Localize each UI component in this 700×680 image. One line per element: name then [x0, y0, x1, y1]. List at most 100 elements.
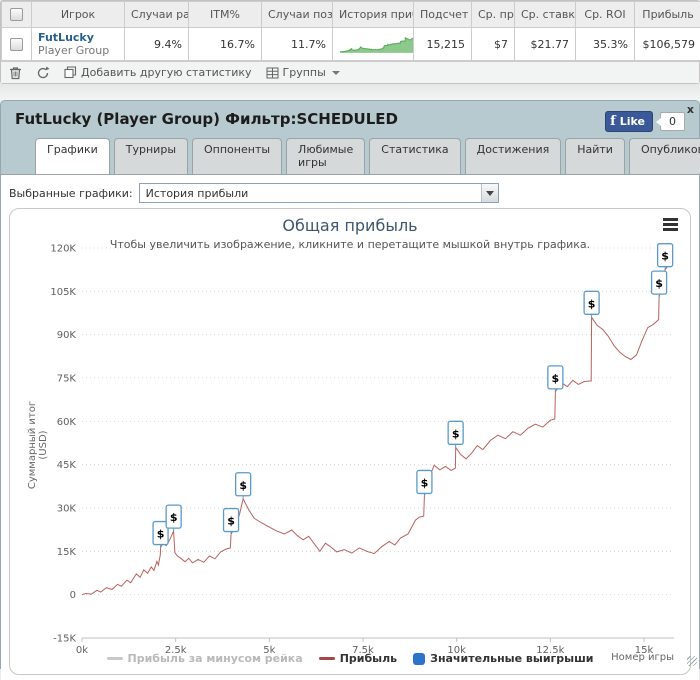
svg-text:0: 0 — [70, 590, 76, 601]
tab-турниры[interactable]: Турниры — [114, 138, 188, 174]
page-gap — [0, 84, 700, 100]
tab-статистика[interactable]: Статистика — [369, 138, 460, 174]
svg-text:45K: 45K — [57, 460, 77, 471]
table-row: FutLuckyPlayer Group 9.4%16.7%11.7% 15,215… — [2, 28, 700, 61]
y-axis-title: Суммарный итог (USD) — [27, 385, 49, 505]
close-icon[interactable]: x — [687, 103, 694, 116]
column-header[interactable]: Прибыль — [635, 2, 700, 28]
chart-select-row: Выбранные графики: История прибыли — [9, 180, 691, 208]
groups-button[interactable]: Группы — [266, 66, 340, 79]
stat-cell: $7 — [472, 28, 515, 61]
svg-text:15K: 15K — [57, 547, 77, 558]
svg-text:$: $ — [239, 479, 247, 492]
copy-icon — [64, 66, 77, 79]
resize-grip[interactable] — [687, 656, 697, 666]
svg-text:90K: 90K — [57, 330, 77, 341]
significant-win-flag[interactable]: $ — [166, 505, 181, 531]
stat-cell: $106,579 — [635, 28, 700, 61]
chevron-down-icon — [332, 71, 340, 75]
player-panel: FutLucky (Player Group) Фильтр:SCHEDULED… — [0, 100, 700, 669]
tab-достижения[interactable]: Достижения — [465, 138, 562, 174]
chevron-down-icon — [486, 191, 494, 196]
svg-text:$: $ — [227, 515, 235, 528]
tab-любимые игры[interactable]: Любимые игры — [286, 138, 365, 174]
stat-cell: 35.3% — [576, 28, 635, 61]
facebook-icon: f — [610, 114, 616, 129]
significant-win-flag[interactable]: $ — [548, 366, 563, 392]
svg-text:105K: 105K — [50, 287, 76, 298]
column-header[interactable]: История прибы — [333, 2, 414, 28]
row-checkbox[interactable] — [10, 38, 23, 51]
chart-menu-icon[interactable] — [663, 218, 678, 233]
panel-body: Выбранные графики: История прибыли -15K 0… — [1, 174, 699, 680]
svg-text:$: $ — [452, 427, 460, 440]
column-header[interactable]: Случаи поздн — [262, 2, 333, 28]
stat-cell: 16.7% — [189, 28, 262, 61]
profit-chart: -15K015K30K45K60K75K90K105K120K0k2.5k5k7… — [9, 208, 691, 675]
panel-title: FutLucky (Player Group) Фильтр:SCHEDULED — [15, 110, 687, 128]
stats-table-header-row: ИгрокСлучаи ранITM%Случаи позднИстория п… — [2, 2, 700, 28]
select-arrow-button[interactable] — [481, 184, 498, 202]
chart-select[interactable]: История прибыли — [139, 183, 499, 203]
refresh-button[interactable] — [36, 66, 50, 80]
page: ИгрокСлучаи ранITM%Случаи позднИстория п… — [0, 0, 700, 669]
like-label: Like — [620, 115, 645, 128]
trash-icon — [9, 66, 22, 80]
stats-table: ИгрокСлучаи ранITM%Случаи позднИстория п… — [1, 1, 700, 61]
significant-win-flag[interactable]: $ — [448, 421, 463, 447]
svg-text:$: $ — [170, 511, 178, 524]
chart-subtitle: Чтобы увеличить изображение, кликните и … — [10, 238, 690, 251]
svg-text:75K: 75K — [57, 374, 77, 385]
svg-text:-15K: -15K — [53, 634, 76, 645]
groups-label: Группы — [283, 66, 326, 79]
svg-text:$: $ — [661, 250, 669, 263]
tab-найти[interactable]: Найти — [565, 138, 625, 174]
player-group-label: Player Group — [38, 44, 118, 57]
delete-button[interactable] — [9, 66, 22, 80]
select-all-checkbox[interactable] — [10, 8, 23, 21]
svg-text:$: $ — [157, 528, 165, 541]
stats-toolbar: Добавить другую статистику Группы — [1, 61, 699, 83]
player-link[interactable]: FutLucky — [38, 31, 118, 44]
svg-text:$: $ — [588, 297, 596, 310]
column-header[interactable]: Ср. прибы — [472, 2, 515, 28]
stat-cell: $21.77 — [515, 28, 576, 61]
facebook-like-button[interactable]: f Like — [605, 111, 653, 132]
column-header[interactable]: Подсчет — [414, 2, 472, 28]
chart-select-value: История прибыли — [140, 187, 481, 200]
panel-header: FutLucky (Player Group) Фильтр:SCHEDULED… — [1, 101, 699, 174]
column-header[interactable]: Ср. ROI — [576, 2, 635, 28]
tab-графики[interactable]: Графики — [35, 138, 110, 174]
chart-title: Общая прибыль — [10, 216, 690, 235]
chart-plot-area[interactable]: -15K015K30K45K60K75K90K105K120K0k2.5k5k7… — [10, 209, 691, 674]
facebook-like-widget: f Like 0 — [605, 111, 685, 132]
chart-select-label: Выбранные графики: — [9, 187, 133, 200]
add-statistic-button[interactable]: Добавить другую статистику — [64, 66, 252, 79]
stat-cell: 11.7% — [262, 28, 333, 61]
significant-win-flag[interactable]: $ — [224, 509, 239, 535]
column-header[interactable]: Случаи ран — [125, 2, 189, 28]
column-header[interactable]: Ср. ставка — [515, 2, 576, 28]
stats-widget: ИгрокСлучаи ранITM%Случаи позднИстория п… — [0, 0, 700, 84]
groups-icon — [266, 67, 279, 79]
significant-win-flag[interactable]: $ — [584, 291, 599, 317]
svg-text:$: $ — [421, 476, 429, 489]
x-axis-title: Номер игры — [611, 652, 674, 663]
add-statistic-label: Добавить другую статистику — [81, 66, 252, 79]
svg-text:$: $ — [655, 277, 663, 290]
like-count-badge: 0 — [660, 112, 685, 131]
significant-win-flag[interactable]: $ — [652, 271, 667, 297]
column-header[interactable]: Игрок — [32, 2, 125, 28]
tab-опубликовать[interactable]: Опубликовать — [629, 138, 700, 174]
significant-win-flag[interactable]: $ — [417, 470, 432, 496]
svg-text:60K: 60K — [57, 417, 77, 428]
significant-win-flag[interactable]: $ — [236, 473, 251, 499]
tab-оппоненты[interactable]: Оппоненты — [192, 138, 282, 174]
profit-history-sparkline — [333, 28, 414, 61]
stat-cell: 9.4% — [125, 28, 189, 61]
svg-text:30K: 30K — [57, 504, 77, 515]
svg-text:$: $ — [552, 372, 560, 385]
tab-bar: ГрафикиТурнирыОппонентыЛюбимые игрыСтати… — [35, 138, 687, 174]
column-header[interactable]: ITM% — [189, 2, 262, 28]
stat-cell: 15,215 — [414, 28, 472, 61]
